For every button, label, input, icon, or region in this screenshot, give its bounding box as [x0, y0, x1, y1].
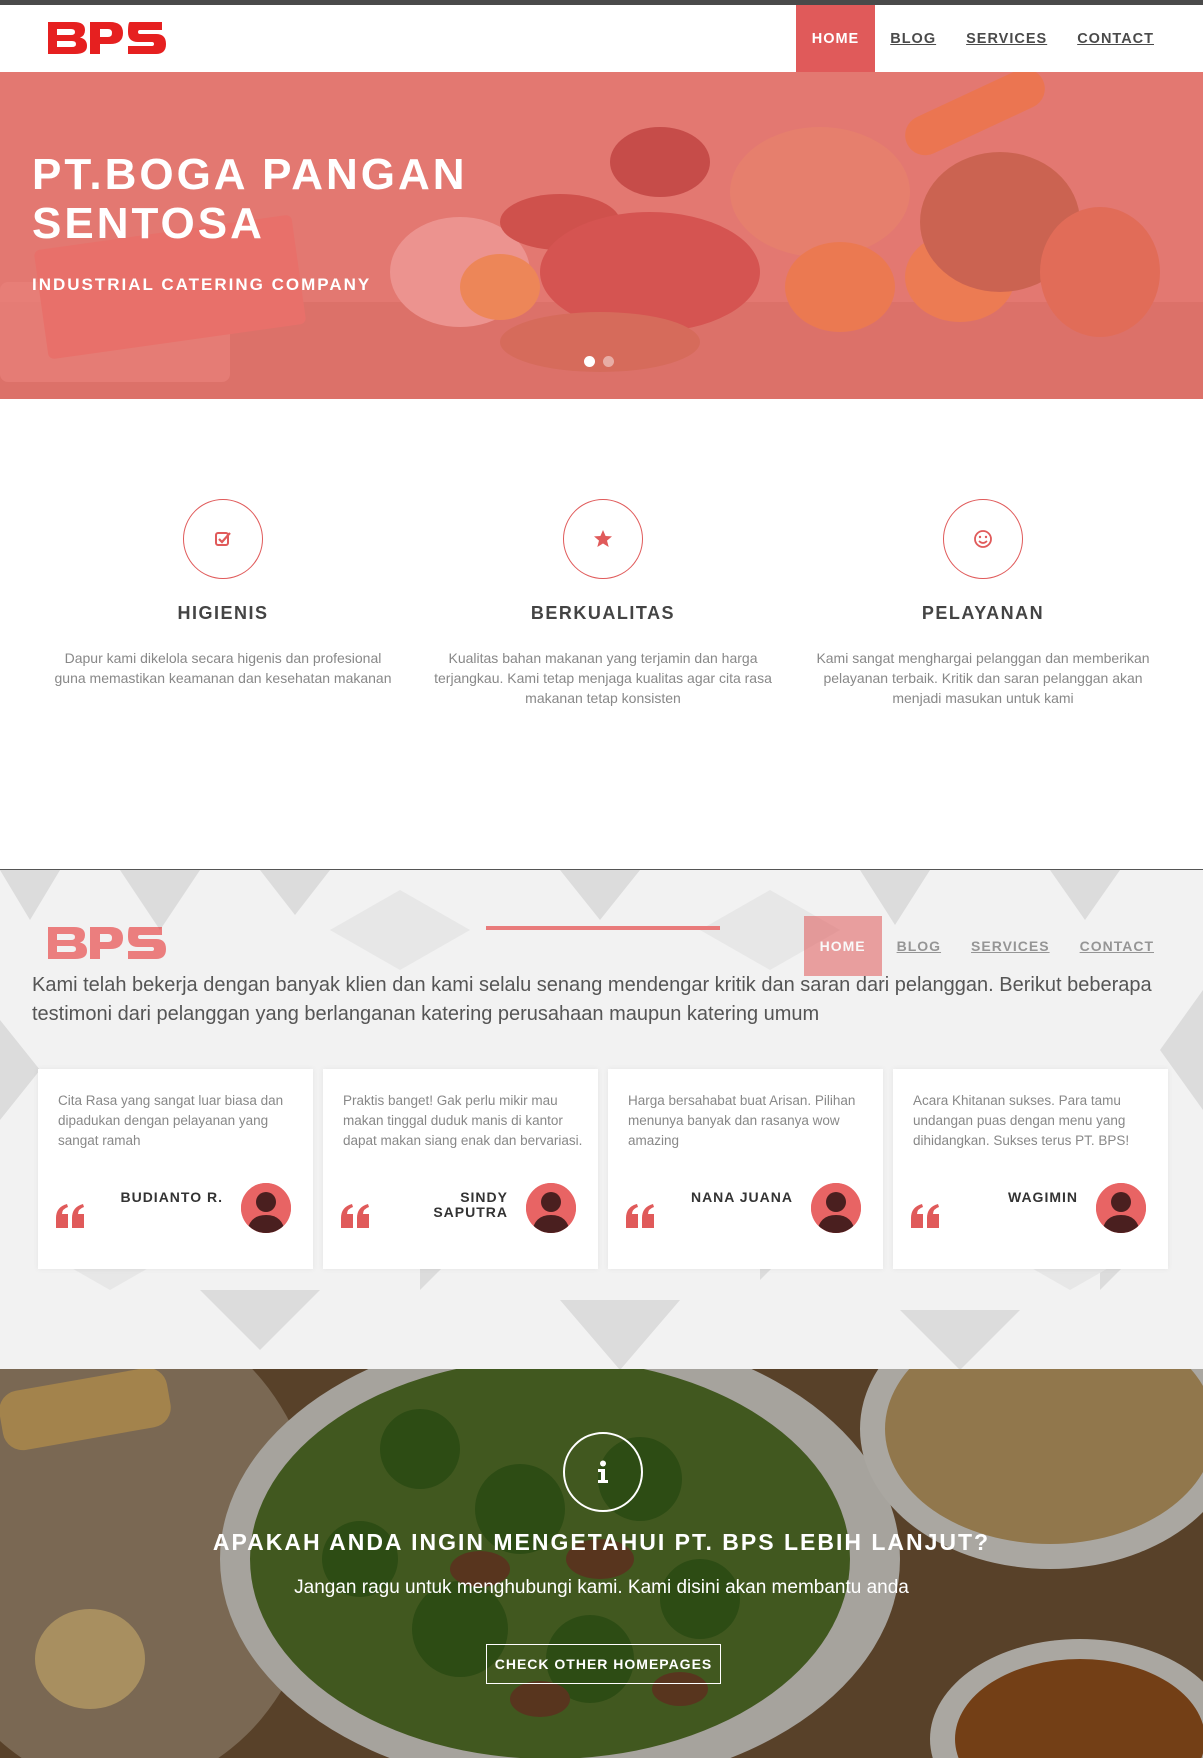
- testimonial-card: Praktis banget! Gak perlu mikir mau maka…: [323, 1069, 598, 1269]
- avatar: [526, 1183, 576, 1233]
- site-header: HOME BLOG SERVICES CONTACT: [0, 5, 1203, 72]
- testimonial-name: BUDIANTO R.: [120, 1189, 223, 1205]
- quote-icon: [626, 1204, 654, 1228]
- feature-text: Dapur kami dikelola secara higenis dan p…: [54, 650, 392, 686]
- feature-icon-circle: [183, 499, 263, 579]
- testimonials-intro: Kami telah bekerja dengan banyak klien d…: [32, 974, 1152, 1025]
- check-square-icon: [215, 532, 231, 546]
- ghost-nav-blog: BLOG: [896, 938, 942, 954]
- quote-icon: [341, 1204, 369, 1228]
- main-nav: HOME BLOG SERVICES CONTACT: [795, 5, 1169, 72]
- avatar: [811, 1183, 861, 1233]
- avatar: [241, 1183, 291, 1233]
- avatar: [1096, 1183, 1146, 1233]
- testimonial-name: NANA JUANA: [690, 1189, 793, 1205]
- testimonial-card: Harga bersahabat buat Arisan. Pilihan me…: [608, 1069, 883, 1269]
- slider-dots: [584, 356, 614, 367]
- cta-subtitle: Jangan ragu untuk menghubungi kami. Kami…: [294, 1577, 909, 1598]
- ghost-nav-contact: CONTACT: [1079, 938, 1154, 954]
- nav-blog[interactable]: BLOG: [875, 5, 951, 72]
- user-silhouette-icon: [811, 1183, 861, 1233]
- ghost-nav-links: HOME BLOG SERVICES CONTACT: [803, 916, 1169, 976]
- bps-logo[interactable]: [48, 21, 167, 55]
- bps-logo-faded: [48, 927, 166, 959]
- hero-subtitle: INDUSTRIAL CATERING COMPANY: [32, 275, 372, 294]
- check-other-homepages-button[interactable]: CHECK OTHER HOMEPAGES: [486, 1644, 721, 1684]
- hero-slider: PT.BOGA PANGAN SENTOSA INDUSTRIAL CATERI…: [0, 72, 1203, 399]
- nav-home[interactable]: HOME: [795, 5, 876, 72]
- nav-contact[interactable]: CONTACT: [1062, 5, 1169, 72]
- user-silhouette-icon: [241, 1183, 291, 1233]
- star-icon: [594, 530, 612, 547]
- hero-title: PT.BOGA PANGAN SENTOSA: [32, 150, 468, 248]
- testimonials-section: HOME BLOG SERVICES CONTACT Kami telah be…: [0, 869, 1203, 1369]
- testimonial-card: Acara Khitanan sukses. Para tamu undanga…: [893, 1069, 1168, 1269]
- quote-icon: [56, 1204, 84, 1228]
- ghost-nav-services: SERVICES: [971, 938, 1050, 954]
- feature-title: HIGIENIS: [177, 603, 269, 623]
- section-divider-bar: [486, 926, 720, 930]
- feature-berkualitas: BERKUALITAS Kualitas bahan makanan yang …: [413, 499, 793, 708]
- testimonial-name: SINDY SAPUTRA: [433, 1189, 508, 1220]
- cta-section: APAKAH ANDA INGIN MENGETAHUI PT. BPS LEB…: [0, 1369, 1203, 1758]
- feature-text: Kualitas bahan makanan yang terjamin dan…: [434, 650, 772, 706]
- nav-services[interactable]: SERVICES: [951, 5, 1062, 72]
- slider-dot-1[interactable]: [584, 356, 595, 367]
- testimonial-card: Cita Rasa yang sangat luar biasa dan dip…: [38, 1069, 313, 1269]
- testimonial-cards: Cita Rasa yang sangat luar biasa dan dip…: [38, 1069, 1168, 1269]
- feature-title: PELAYANAN: [921, 603, 1045, 623]
- ghost-nav-home: HOME: [803, 916, 882, 976]
- slider-dot-2[interactable]: [603, 356, 614, 367]
- testimonial-text: Harga bersahabat buat Arisan. Pilihan me…: [628, 1093, 856, 1148]
- user-silhouette-icon: [526, 1183, 576, 1233]
- testimonial-text: Acara Khitanan sukses. Para tamu undanga…: [913, 1093, 1130, 1148]
- info-icon: [598, 1460, 608, 1483]
- feature-title: BERKUALITAS: [530, 603, 676, 623]
- testimonial-name: WAGIMIN: [1008, 1189, 1078, 1205]
- cta-overlay: [0, 1369, 1203, 1758]
- smile-icon: [974, 530, 992, 548]
- cta-icon-circle: [563, 1432, 643, 1512]
- features-section: HIGIENIS Dapur kami dikelola secara hige…: [0, 399, 1203, 869]
- feature-higienis: HIGIENIS Dapur kami dikelola secara hige…: [33, 499, 413, 688]
- feature-icon-circle: [563, 499, 643, 579]
- testimonial-text: Cita Rasa yang sangat luar biasa dan dip…: [58, 1093, 284, 1148]
- feature-icon-circle: [943, 499, 1023, 579]
- testimonial-text: Praktis banget! Gak perlu mikir mau maka…: [343, 1093, 583, 1148]
- cta-title: APAKAH ANDA INGIN MENGETAHUI PT. BPS LEB…: [212, 1529, 991, 1555]
- feature-pelayanan: PELAYANAN Kami sangat menghargai pelangg…: [793, 499, 1173, 708]
- feature-text: Kami sangat menghargai pelanggan dan mem…: [816, 650, 1150, 706]
- ghost-header: HOME BLOG SERVICES CONTACT: [0, 916, 1203, 976]
- user-silhouette-icon: [1096, 1183, 1146, 1233]
- quote-icon: [911, 1204, 939, 1228]
